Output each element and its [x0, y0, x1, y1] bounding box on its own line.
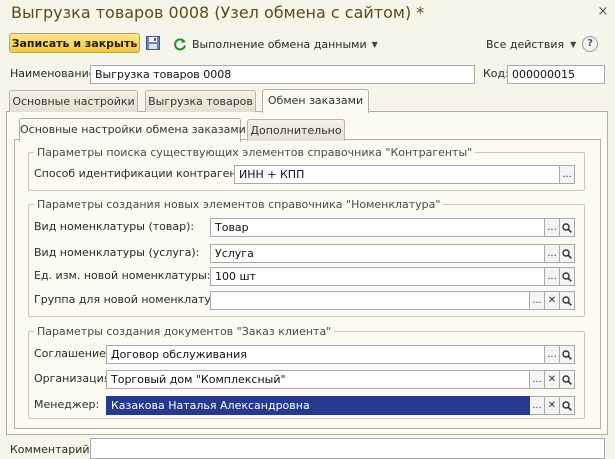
nomenclature-unit-input[interactable]: 100 шт: [210, 267, 545, 286]
clear-icon[interactable]: ✕: [545, 370, 560, 389]
open-search-icon[interactable]: [560, 267, 575, 286]
select-ellipsis-button[interactable]: ...: [530, 291, 545, 310]
save-and-close-button[interactable]: Записать и закрыть: [9, 33, 140, 53]
code-input[interactable]: 000000015: [507, 65, 605, 84]
manager-input[interactable]: Казакова Наталья Александровна: [106, 396, 530, 415]
select-ellipsis-button[interactable]: ...: [530, 396, 545, 415]
tab-goods-export[interactable]: Выгрузка товаров: [145, 90, 256, 112]
nomenclature-group-label: Группа для новой номенклатуры:: [34, 293, 231, 306]
help-button[interactable]: ?: [582, 36, 598, 52]
comment-input[interactable]: [90, 438, 605, 459]
tab-basic-settings[interactable]: Основные настройки: [9, 90, 138, 112]
clear-icon[interactable]: ✕: [545, 291, 560, 310]
nomenclature-group-title: Параметры создания новых элементов справ…: [34, 198, 444, 211]
open-search-icon[interactable]: [560, 345, 575, 364]
all-actions-menu[interactable]: Все действия ▼: [486, 35, 576, 53]
all-actions-label: Все действия: [486, 37, 565, 51]
select-ellipsis-button[interactable]: ...: [545, 218, 560, 237]
open-search-icon[interactable]: [560, 291, 575, 310]
agreement-input[interactable]: Договор обслуживания: [106, 345, 545, 364]
nomenclature-service-kind-input[interactable]: Услуга: [210, 244, 545, 263]
nomenclature-service-kind-label: Вид номенклатуры (услуга):: [34, 246, 200, 259]
window-title: Выгрузка товаров 0008 (Узел обмена с сай…: [11, 3, 425, 22]
chevron-down-icon: ▼: [371, 39, 378, 49]
select-ellipsis-button[interactable]: ...: [545, 244, 560, 263]
organization-input[interactable]: Торговый дом "Комплексный": [106, 370, 530, 389]
chevron-down-icon: ▼: [570, 39, 577, 49]
nomenclature-goods-kind-label: Вид номенклатуры (товар):: [34, 220, 195, 233]
name-label: Наименование:: [10, 67, 100, 80]
nomenclature-group-input[interactable]: [210, 291, 530, 310]
data-exchange-label: Выполнение обмена данными: [192, 37, 367, 51]
name-input[interactable]: Выгрузка товаров 0008: [90, 65, 475, 84]
nomenclature-goods-kind-input[interactable]: Товар: [210, 218, 545, 237]
nomenclature-unit-label: Ед. изм. новой номенклатуры:: [34, 269, 211, 282]
organization-label: Организация:: [34, 372, 115, 385]
agreement-label: Соглашение:: [34, 347, 110, 360]
select-ellipsis-button[interactable]: ...: [560, 165, 575, 184]
select-ellipsis-button[interactable]: ...: [545, 345, 560, 364]
subtab-order-exchange-basic[interactable]: Основные настройки обмена заказами: [19, 118, 246, 142]
tab-order-exchange[interactable]: Обмен заказами: [262, 89, 369, 113]
customer-order-group-title: Параметры создания документов "Заказ кли…: [34, 325, 335, 338]
contractor-id-method-label: Способ идентификации контрагентов:: [34, 167, 260, 180]
refresh-icon: [173, 37, 187, 51]
select-ellipsis-button[interactable]: ...: [530, 370, 545, 389]
open-search-icon[interactable]: [560, 218, 575, 237]
open-search-icon[interactable]: [560, 370, 575, 389]
clear-icon[interactable]: ✕: [545, 396, 560, 415]
open-search-icon[interactable]: [560, 396, 575, 415]
comment-label: Комментарий:: [10, 443, 94, 456]
manager-label: Менеджер:: [34, 398, 100, 411]
select-ellipsis-button[interactable]: ...: [545, 267, 560, 286]
contractors-group-title: Параметры поиска существующих элементов …: [34, 146, 476, 159]
open-search-icon[interactable]: [560, 244, 575, 263]
contractor-id-method-input[interactable]: ИНН + КПП: [234, 165, 560, 184]
floppy-disk-icon[interactable]: [146, 36, 160, 50]
code-label: Код:: [483, 67, 509, 80]
close-icon[interactable]: ×: [597, 5, 609, 18]
subtab-additional[interactable]: Дополнительно: [247, 119, 345, 141]
data-exchange-button[interactable]: Выполнение обмена данными ▼: [173, 35, 378, 53]
